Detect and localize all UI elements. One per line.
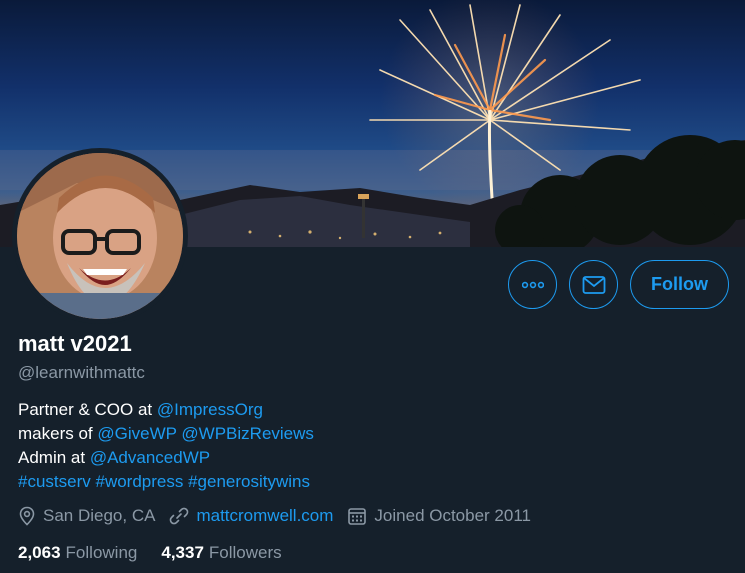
link-icon [170, 507, 189, 525]
mention-link[interactable]: @ImpressOrg [157, 400, 263, 419]
message-button[interactable] [569, 260, 618, 309]
mention-link[interactable]: @AdvancedWP [90, 448, 210, 467]
joined-date: Joined October 2011 [347, 504, 531, 528]
mention-link[interactable]: @WPBizReviews [181, 424, 314, 443]
followers-count: 4,337 [161, 543, 204, 562]
follow-stats: 2,063 Following 4,337 Followers [18, 542, 728, 564]
following-stat[interactable]: 2,063 Following [18, 542, 137, 564]
website-link[interactable]: mattcromwell.com [196, 504, 333, 528]
bio-text: makers of [18, 424, 93, 443]
following-count: 2,063 [18, 543, 61, 562]
profile-bio: Partner & COO at @ImpressOrg makers of @… [18, 398, 728, 494]
hashtag-link[interactable]: #custserv [18, 472, 91, 491]
calendar-icon [348, 508, 367, 525]
hashtag-link[interactable]: #wordpress [95, 472, 183, 491]
profile-info: matt v2021 @learnwithmattc Partner & COO… [18, 330, 728, 564]
website: mattcromwell.com [169, 504, 333, 528]
bio-text: Admin at [18, 448, 86, 467]
follow-button[interactable]: Follow [630, 260, 729, 309]
hashtag-link[interactable]: #generositywins [188, 472, 310, 491]
location-pin-icon [19, 506, 35, 526]
avatar-photo [17, 153, 183, 319]
following-label: Following [65, 543, 138, 562]
followers-stat[interactable]: 4,337 Followers [161, 542, 281, 564]
profile-meta: San Diego, CA mattcromwell.com Joined Oc… [18, 504, 728, 528]
bio-text: Partner & COO at [18, 400, 153, 419]
profile-avatar[interactable] [12, 148, 188, 324]
more-options-button[interactable] [508, 260, 557, 309]
profile-actions: Follow [508, 260, 729, 309]
joined-text: Joined October 2011 [374, 506, 531, 525]
envelope-icon [582, 275, 605, 294]
location: San Diego, CA [18, 504, 155, 528]
display-name: matt v2021 [18, 331, 132, 356]
user-handle: @learnwithmattc [18, 363, 145, 382]
followers-label: Followers [208, 543, 282, 562]
location-text: San Diego, CA [43, 506, 156, 525]
more-icon [521, 281, 544, 288]
mention-link[interactable]: @GiveWP [97, 424, 176, 443]
